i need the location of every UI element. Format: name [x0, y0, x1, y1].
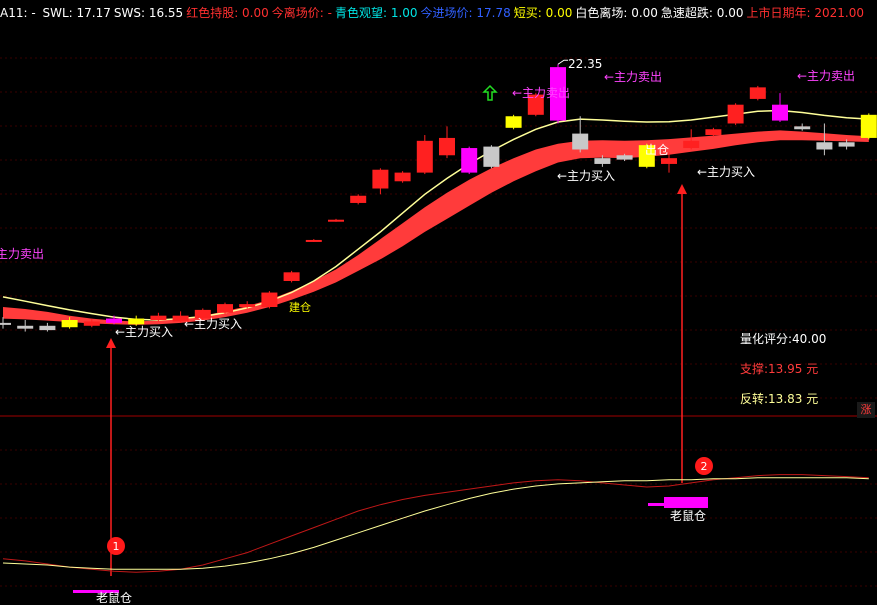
- candle-body: [772, 104, 788, 121]
- candle-body: [305, 239, 322, 242]
- candle-body: [0, 322, 11, 325]
- candle-body: [372, 169, 389, 189]
- candle-body: [283, 272, 300, 281]
- kline-chart[interactable]: 22.35←主力卖出←主力卖出←主力卖出←主力卖出←主力买入←主力买入←主力买入…: [0, 0, 877, 605]
- signal-marker-2-label: 2: [701, 460, 708, 473]
- rise-badge: 涨: [857, 402, 875, 418]
- sell-signal-left: ←主力卖出: [0, 247, 44, 261]
- buy-signal-4: ←主力买入: [697, 165, 755, 179]
- mouse-position-bar-2b: [664, 497, 708, 508]
- buy-signal-2: ←主力买入: [184, 317, 242, 331]
- quant-score: 量化评分:40.00: [740, 332, 827, 346]
- candle-body: [461, 148, 478, 173]
- mouse-position-label-1: 老鼠仓: [96, 591, 132, 605]
- candle-body: [150, 315, 167, 320]
- reversal-price: 反转:13.83 元: [740, 392, 819, 406]
- sell-signal-right: ←主力卖出: [797, 69, 855, 83]
- candle-body: [860, 114, 877, 138]
- sub-indicator: 老鼠仓老鼠仓: [2, 474, 869, 605]
- sell-signal-mid: ←主力卖出: [512, 86, 570, 100]
- buy-signal-3: ←主力买入: [557, 169, 615, 183]
- support-price: 支撑:13.95 元: [740, 362, 819, 376]
- exit-position-label: 出仓: [645, 143, 669, 157]
- candle-body: [39, 325, 56, 331]
- candle-body: [328, 219, 344, 222]
- green-arrow-icon: [482, 84, 498, 101]
- candle-body: [572, 133, 589, 150]
- candle-body: [394, 172, 411, 182]
- high-marker: [557, 59, 568, 65]
- candle-body: [816, 142, 833, 150]
- signal-arrow-2-head: [677, 184, 687, 194]
- candle-body: [83, 321, 100, 326]
- candle-body: [261, 292, 278, 307]
- sell-signal-peak: ←主力卖出: [604, 70, 662, 84]
- build-position-label: 建仓: [289, 300, 311, 314]
- candle-body: [239, 304, 256, 307]
- high-price-label: 22.35: [568, 57, 602, 71]
- candle-body: [217, 304, 233, 313]
- candle-body: [749, 87, 766, 99]
- candle-body: [128, 318, 145, 325]
- candle-body: [439, 137, 455, 156]
- candle-body: [594, 158, 611, 164]
- candle-body: [727, 104, 744, 124]
- mouse-position-label-2: 老鼠仓: [670, 509, 706, 523]
- candle-body: [705, 129, 722, 136]
- indicator-red-line: [2, 474, 869, 573]
- candle-body: [350, 195, 367, 203]
- candle-body: [17, 325, 34, 329]
- candle-body: [483, 146, 500, 167]
- candle-body: [61, 320, 78, 328]
- candle-body: [661, 158, 677, 164]
- candle-body: [683, 140, 700, 149]
- indicator-white-line: [2, 477, 869, 570]
- candle-body: [416, 140, 433, 173]
- candle-body: [505, 116, 522, 128]
- trend-band: [2, 109, 869, 325]
- candle-body: [794, 126, 811, 130]
- mouse-position-bar-2a: [648, 503, 666, 506]
- candles: [0, 64, 877, 332]
- signal-arrow-1-head: [106, 338, 116, 348]
- candle-body: [616, 155, 633, 160]
- signal-marker-1-label: 1: [113, 540, 120, 553]
- candle-body: [838, 142, 855, 147]
- candle-body: [106, 318, 122, 323]
- buy-signal-1: ←主力买入: [115, 325, 173, 339]
